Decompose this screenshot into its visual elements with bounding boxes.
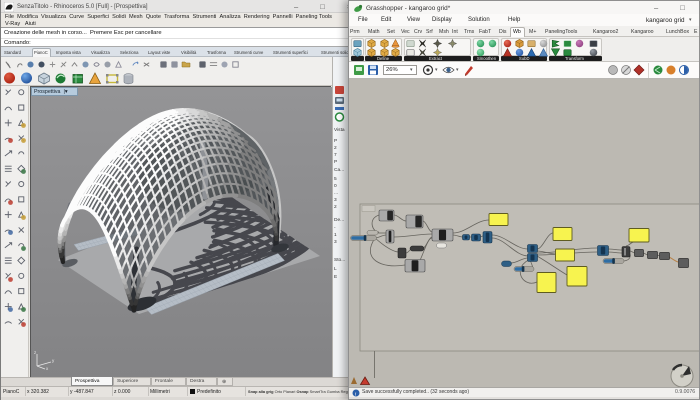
svg-text:z: z bbox=[34, 350, 37, 355]
svg-text:x: x bbox=[46, 366, 49, 370]
svg-text:y: y bbox=[52, 358, 55, 363]
